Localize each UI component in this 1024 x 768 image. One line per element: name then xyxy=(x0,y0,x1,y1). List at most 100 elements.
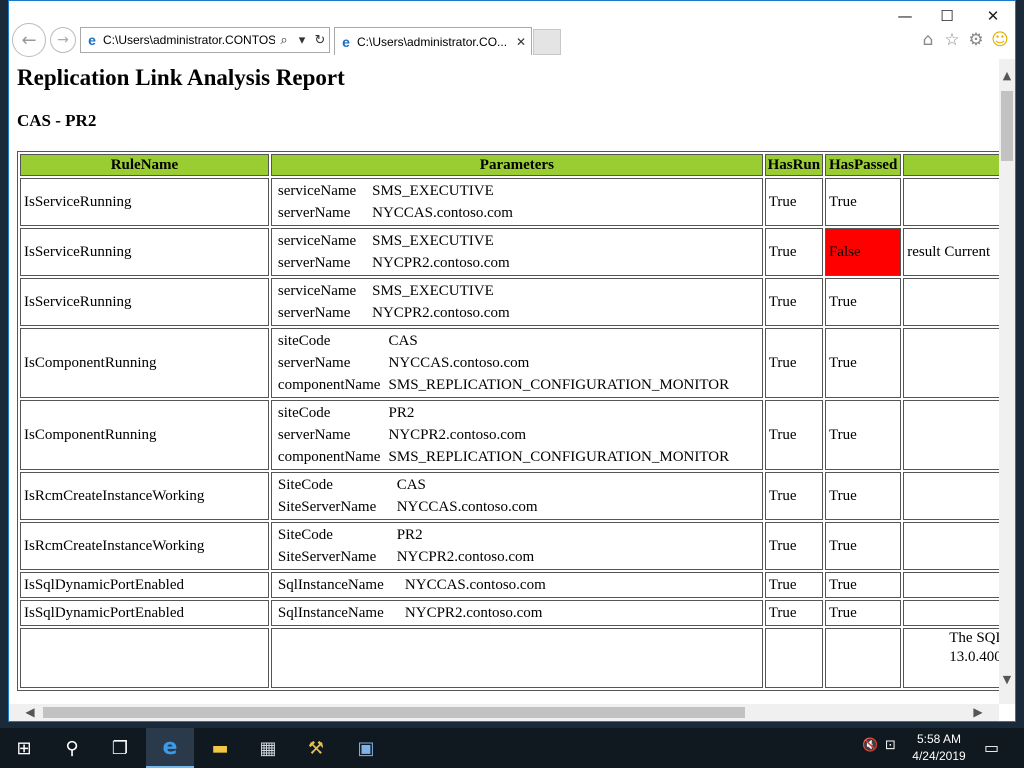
parameter-key: SiteServerName xyxy=(277,499,377,515)
horizontal-scroll-thumb[interactable] xyxy=(43,707,745,718)
clock-date: 4/24/2019 xyxy=(912,749,966,763)
parameter-line: SiteCode CAS xyxy=(278,474,759,496)
clock[interactable]: 5:58 AM 4/24/2019 xyxy=(906,731,972,765)
maximize-button[interactable]: ☐ xyxy=(927,5,967,27)
column-header: HasRun xyxy=(764,154,823,176)
parameter-value: NYCCAS.contoso.com xyxy=(372,205,513,221)
parameter-key: componentName xyxy=(277,377,381,393)
parameter-value: SMS_EXECUTIVE xyxy=(372,233,494,249)
table-row: IsRcmCreateInstanceWorking SiteCode CAS Sit… xyxy=(20,472,999,520)
dropdown-icon[interactable]: ▾ xyxy=(293,33,311,48)
has-run-cell: True xyxy=(764,522,823,570)
parameter-line: SqlInstanceName NYCCAS.contoso.com xyxy=(278,574,759,596)
admin-tools-icon[interactable]: ⚒ xyxy=(292,728,340,768)
forward-button[interactable]: → xyxy=(50,27,76,53)
feedback-icon[interactable]: ☺ xyxy=(989,29,1011,51)
browser-window: — ☐ ✕ ← → e C:\Users\administrator.CONTO… xyxy=(8,0,1016,722)
parameter-line: serverName NYCPR2.contoso.com xyxy=(278,302,759,324)
result-cell xyxy=(903,572,999,598)
parameter-value: NYCPR2.contoso.com xyxy=(404,605,543,621)
scroll-right-icon[interactable]: ▶ xyxy=(969,704,987,721)
search-icon[interactable]: ⌕ xyxy=(275,33,293,48)
rule-name-cell: IsRcmCreateInstanceWorking xyxy=(20,472,269,520)
address-bar[interactable]: e C:\Users\administrator.CONTOS ⌕ ▾ ↻ xyxy=(80,27,330,53)
column-header: Parameters xyxy=(270,154,763,176)
rule-name-cell: IsSqlDynamicPortEnabled xyxy=(20,572,269,598)
file-explorer-icon[interactable]: ▬ xyxy=(196,728,244,768)
favorites-icon[interactable]: ☆ xyxy=(941,29,963,51)
parameter-value: PR2 xyxy=(396,527,423,543)
title-bar: — ☐ ✕ ← → e C:\Users\administrator.CONTO… xyxy=(9,1,1015,59)
minimize-button[interactable]: — xyxy=(885,5,925,27)
refresh-icon[interactable]: ↻ xyxy=(311,33,329,48)
back-button[interactable]: ← xyxy=(12,23,46,57)
notification-icon[interactable]: ▭ xyxy=(984,738,999,757)
result-cell xyxy=(903,328,999,398)
parameter-value: SMS_EXECUTIVE xyxy=(372,283,494,299)
parameter-line: siteCode PR2 xyxy=(278,402,759,424)
parameters-cell: SqlInstanceName NYCCAS.contoso.com xyxy=(270,572,763,598)
has-passed-cell: True xyxy=(824,522,902,570)
tab-close-icon[interactable]: ✕ xyxy=(511,35,531,49)
internet-explorer-icon[interactable]: e xyxy=(146,728,194,768)
parameter-key: serverName xyxy=(277,427,351,443)
close-button[interactable]: ✕ xyxy=(973,5,1013,27)
rule-name-cell: IsServiceRunning xyxy=(20,228,269,276)
results-table: RuleName Parameters HasRun HasPassed IsS… xyxy=(17,151,999,691)
result-cell xyxy=(903,278,999,326)
has-run-cell: True xyxy=(764,278,823,326)
parameter-value: NYCCAS.contoso.com xyxy=(396,499,538,515)
parameter-line: serverName NYCPR2.contoso.com xyxy=(278,424,759,446)
start-icon[interactable]: ⊞ xyxy=(0,728,48,768)
home-icon[interactable]: ⌂ xyxy=(917,29,939,51)
scroll-down-icon[interactable]: ▼ xyxy=(999,673,1015,689)
parameter-value: CAS xyxy=(396,477,426,493)
volume-icon[interactable]: 🔇 xyxy=(862,738,878,753)
table-row: IsComponentRunning siteCode PR2 serverName N… xyxy=(20,400,999,470)
parameter-value: NYCPR2.contoso.com xyxy=(396,549,535,565)
parameter-value: CAS xyxy=(388,333,418,349)
parameter-line: serverName NYCPR2.contoso.com xyxy=(278,252,759,274)
rule-name-cell: IsSqlDynamicPortEnabled xyxy=(20,600,269,626)
rule-name-cell: IsServiceRunning xyxy=(20,178,269,226)
parameter-line: SiteServerName NYCCAS.contoso.com xyxy=(278,496,759,518)
parameters-cell: SiteCode CAS SiteServerName NYCCAS.contoso.… xyxy=(270,472,763,520)
table-row: IsRcmCreateInstanceWorking SiteCode PR2 Sit… xyxy=(20,522,999,570)
horizontal-scrollbar[interactable]: ◀ ▶ xyxy=(9,704,999,721)
config-manager-icon[interactable]: ▣ xyxy=(342,728,390,768)
parameter-value: NYCPR2.contoso.com xyxy=(372,305,510,321)
has-passed-cell: True xyxy=(824,278,902,326)
server-manager-icon[interactable]: ▦ xyxy=(244,728,292,768)
address-text[interactable]: C:\Users\administrator.CONTOS xyxy=(103,33,275,47)
new-tab-button[interactable] xyxy=(533,29,561,55)
vertical-scroll-thumb[interactable] xyxy=(1001,91,1013,161)
has-passed-cell: True xyxy=(824,472,902,520)
search-icon[interactable]: ⚲ xyxy=(48,728,96,768)
parameters-cell: serviceName SMS_EXECUTIVE serverName NYCCAS… xyxy=(270,178,763,226)
parameters-cell xyxy=(270,628,763,688)
tab-title: C:\Users\administrator.CO... xyxy=(357,34,508,49)
table-row: IsServiceRunning serviceName SMS_EXECUTIVE… xyxy=(20,178,999,226)
network-icon[interactable]: ⊡ xyxy=(885,738,896,753)
vertical-scrollbar[interactable]: ▲ ▼ xyxy=(999,59,1015,704)
scroll-up-icon[interactable]: ▲ xyxy=(999,69,1015,85)
has-run-cell: True xyxy=(764,572,823,598)
has-run-cell: True xyxy=(764,600,823,626)
table-row: IsSqlDynamicPortEnabled SqlInstanceName NY… xyxy=(20,600,999,626)
task-view-icon[interactable]: ❐ xyxy=(96,728,144,768)
clock-time: 5:58 AM xyxy=(916,732,962,746)
parameters-cell: siteCode CAS serverName NYCCAS.contoso.com c… xyxy=(270,328,763,398)
table-row: The SQL Server 2 13.0.400 xyxy=(20,628,999,688)
rule-name-cell: IsComponentRunning xyxy=(20,328,269,398)
parameter-line: serverName NYCCAS.contoso.com xyxy=(278,352,759,374)
parameter-key: serverName xyxy=(277,305,351,321)
page-subtitle: CAS - PR2 xyxy=(17,111,97,130)
has-run-cell: True xyxy=(764,228,823,276)
tab-report[interactable]: e C:\Users\administrator.CO... ✕ xyxy=(334,27,532,55)
table-row: IsServiceRunning serviceName SMS_EXECUTIVE… xyxy=(20,228,999,276)
scroll-left-icon[interactable]: ◀ xyxy=(21,704,39,721)
settings-icon[interactable]: ⚙ xyxy=(965,29,987,51)
parameter-key: SiteCode xyxy=(277,477,333,493)
parameters-cell: SqlInstanceName NYCPR2.contoso.com xyxy=(270,600,763,626)
has-run-cell: True xyxy=(764,328,823,398)
